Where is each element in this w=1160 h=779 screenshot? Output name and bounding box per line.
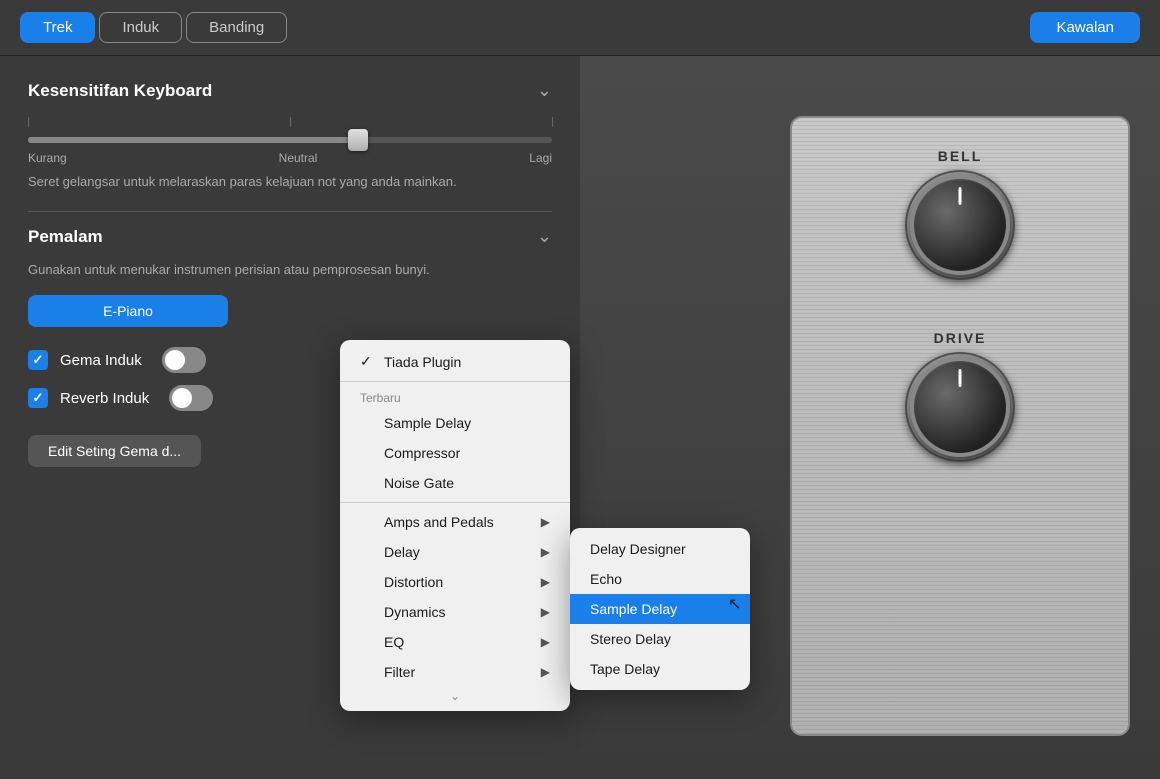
drive-knob-ring[interactable] <box>905 352 1015 462</box>
slider-label-left: Kurang <box>28 151 67 165</box>
tiada-plugin-label: Tiada Plugin <box>384 354 550 370</box>
reverb-induk-label: Reverb Induk <box>60 390 149 407</box>
checkmark-icon: ✓ <box>360 353 376 370</box>
gema-induk-toggle[interactable] <box>162 347 206 373</box>
delay-submenu: Delay Designer Echo Sample Delay Stereo … <box>570 528 750 690</box>
submenu-item-stereo-delay[interactable]: Stereo Delay <box>570 624 750 654</box>
menu-item-distortion[interactable]: Distortion ▶ <box>340 567 570 597</box>
keyboard-chevron-icon[interactable]: ⌄ <box>537 80 552 101</box>
submenu-item-tape-delay[interactable]: Tape Delay <box>570 654 750 684</box>
tab-induk[interactable]: Induk <box>99 12 182 43</box>
slider-ticks <box>28 115 552 129</box>
tab-group: Trek Induk Banding <box>20 12 287 43</box>
keyboard-slider-track[interactable] <box>28 137 552 143</box>
keyboard-section-header: Kesensitifan Keyboard ⌄ <box>28 80 552 101</box>
slider-label-center: Neutral <box>279 151 318 165</box>
menu-item-delay[interactable]: Delay ▶ <box>340 537 570 567</box>
menu-item-eq[interactable]: EQ ▶ <box>340 627 570 657</box>
submenu-item-echo[interactable]: Echo <box>570 564 750 594</box>
bell-knob-group: BELL <box>905 148 1015 280</box>
top-bar: Trek Induk Banding Kawalan <box>0 0 1160 56</box>
gema-induk-label: Gema Induk <box>60 352 142 369</box>
drive-knob-label: DRIVE <box>934 330 987 346</box>
eq-arrow-icon: ▶ <box>541 635 550 649</box>
menu-item-compressor[interactable]: Compressor <box>340 438 570 468</box>
slider-label-right: Lagi <box>529 151 552 165</box>
amps-pedals-arrow-icon: ▶ <box>541 515 550 529</box>
menu-item-dynamics[interactable]: Dynamics ▶ <box>340 597 570 627</box>
bell-knob[interactable] <box>910 175 1010 275</box>
menu-separator-1 <box>340 381 570 382</box>
pemalam-chevron-icon[interactable]: ⌄ <box>537 226 552 247</box>
slider-labels: Kurang Neutral Lagi <box>28 151 552 165</box>
drive-knob-group: DRIVE <box>905 330 1015 462</box>
menu-separator-2 <box>340 502 570 503</box>
dropdown-overlay: ✓ Tiada Plugin Terbaru Sample Delay Comp… <box>340 340 570 711</box>
bell-knob-label: BELL <box>938 148 983 164</box>
tab-trek[interactable]: Trek <box>20 12 95 43</box>
distortion-arrow-icon: ▶ <box>541 575 550 589</box>
bell-knob-ring[interactable] <box>905 170 1015 280</box>
keyboard-section-title: Kesensitifan Keyboard <box>28 81 212 101</box>
plugin-btn-area: E-Piano <box>28 295 552 327</box>
menu-item-tiada-plugin[interactable]: ✓ Tiada Plugin <box>340 346 570 377</box>
filter-arrow-icon: ▶ <box>541 665 550 679</box>
tab-banding[interactable]: Banding <box>186 12 287 43</box>
plugin-select-button[interactable]: E-Piano <box>28 295 228 327</box>
menu-item-sample-delay-recent[interactable]: Sample Delay <box>340 408 570 438</box>
pemalam-section-title: Pemalam <box>28 227 103 247</box>
menu-section-terbaru: Terbaru <box>340 386 570 408</box>
kawalan-button[interactable]: Kawalan <box>1030 12 1140 43</box>
menu-item-amps-pedals[interactable]: Amps and Pedals ▶ <box>340 507 570 537</box>
reverb-induk-checkbox[interactable] <box>28 388 48 408</box>
pemalam-section-header: Pemalam ⌄ <box>28 226 552 247</box>
submenu-item-sample-delay[interactable]: Sample Delay <box>570 594 750 624</box>
dynamics-arrow-icon: ▶ <box>541 605 550 619</box>
menu-scroll-down[interactable]: ⌄ <box>340 687 570 705</box>
menu-item-noise-gate[interactable]: Noise Gate <box>340 468 570 498</box>
primary-menu: ✓ Tiada Plugin Terbaru Sample Delay Comp… <box>340 340 570 711</box>
amp-body: BELL DRIVE <box>790 116 1130 736</box>
divider-1 <box>28 211 552 212</box>
drive-knob[interactable] <box>910 357 1010 457</box>
gema-induk-checkbox[interactable] <box>28 350 48 370</box>
keyboard-description: Seret gelangsar untuk melaraskan paras k… <box>28 173 552 191</box>
submenu-item-delay-designer[interactable]: Delay Designer <box>570 534 750 564</box>
delay-arrow-icon: ▶ <box>541 545 550 559</box>
menu-item-filter[interactable]: Filter ▶ <box>340 657 570 687</box>
keyboard-slider-container: Kurang Neutral Lagi <box>28 115 552 165</box>
edit-seting-button[interactable]: Edit Seting Gema d... <box>28 435 201 467</box>
pemalam-description: Gunakan untuk menukar instrumen perisian… <box>28 261 552 279</box>
reverb-induk-toggle[interactable] <box>169 385 213 411</box>
